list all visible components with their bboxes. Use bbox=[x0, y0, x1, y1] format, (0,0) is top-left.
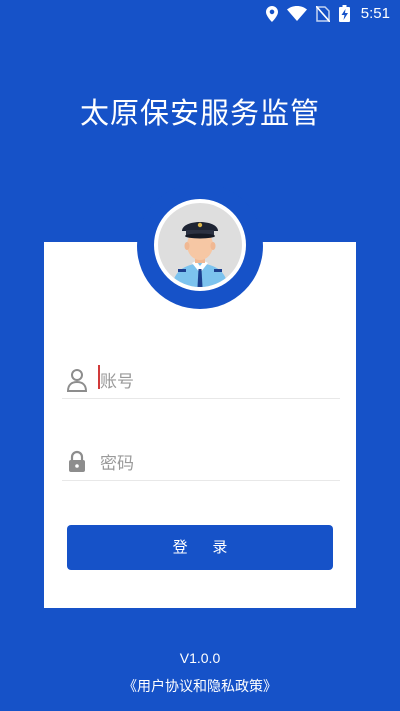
wifi-icon bbox=[286, 6, 307, 21]
security-guard-icon bbox=[172, 222, 228, 287]
app-version: V1.0.0 bbox=[179, 650, 221, 666]
privacy-policy-link[interactable]: 《用户协议和隐私政策》 bbox=[0, 676, 400, 696]
location-icon bbox=[265, 5, 278, 22]
status-icons: 5:51 bbox=[265, 5, 390, 22]
account-field[interactable]: 账号 bbox=[62, 358, 340, 399]
battery-charging-icon bbox=[338, 5, 350, 22]
lock-icon bbox=[66, 450, 88, 474]
avatar-background bbox=[158, 203, 242, 287]
password-field[interactable]: 密码 bbox=[62, 440, 340, 481]
user-icon bbox=[66, 368, 88, 392]
password-placeholder: 密码 bbox=[100, 454, 134, 474]
status-bar: 5:51 bbox=[0, 0, 400, 28]
avatar bbox=[154, 199, 246, 291]
app-title: 太原保安服务监管 bbox=[79, 96, 320, 130]
login-button[interactable]: 登 录 bbox=[67, 525, 333, 570]
no-sim-icon bbox=[315, 5, 330, 22]
status-time: 5:51 bbox=[360, 5, 390, 22]
account-placeholder: 账号 bbox=[100, 372, 134, 392]
